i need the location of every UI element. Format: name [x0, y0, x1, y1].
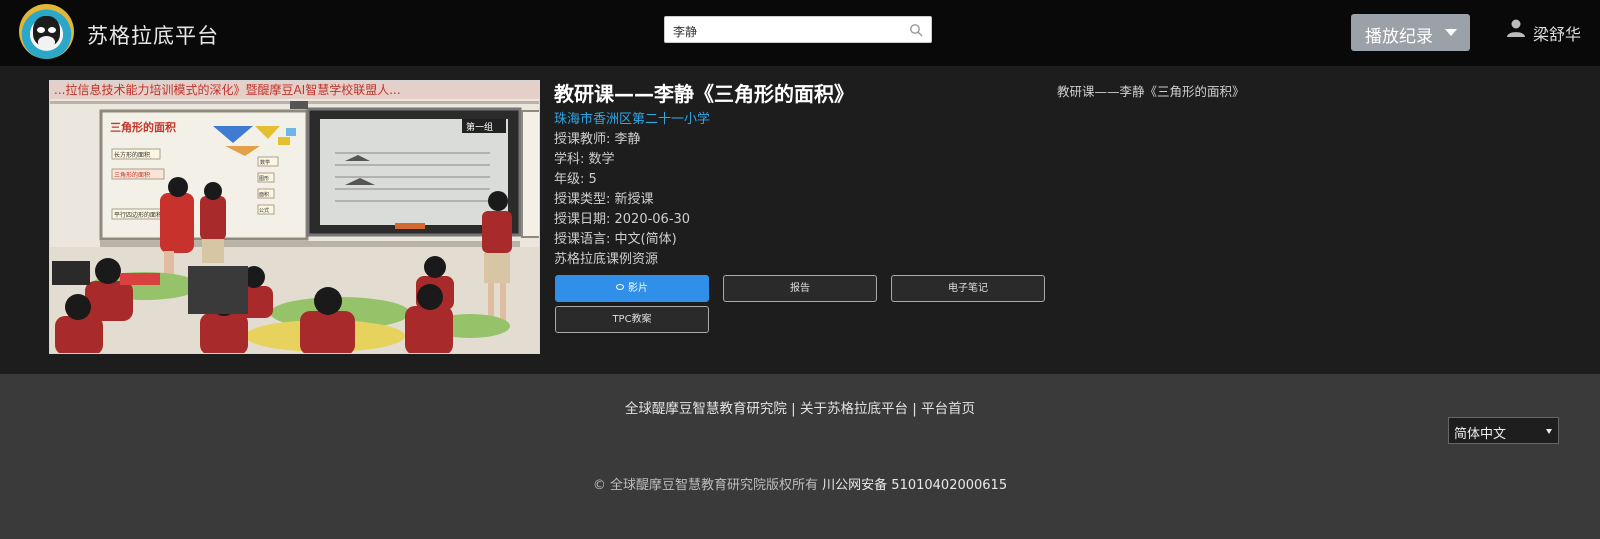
socrates-logo-icon[interactable]: [19, 4, 74, 59]
tpc-plan-button[interactable]: TPC教案: [555, 306, 709, 333]
board-title: 三角形的面积: [110, 120, 176, 134]
video-button[interactable]: 影片: [555, 275, 709, 302]
lesson-info: 教研课——李静《三角形的面积》 珠海市香洲区第二十一小学 授课教师: 李静 学科…: [554, 78, 1054, 270]
lesson-date-field: 授课日期: 2020-06-30: [554, 212, 691, 227]
user-icon[interactable]: [1506, 18, 1526, 38]
footer-link-about[interactable]: 关于苏格拉底平台: [800, 401, 908, 417]
footer-link-institute[interactable]: 全球醍摩豆智慧教育研究院: [625, 401, 787, 417]
search-icon[interactable]: [909, 23, 923, 37]
board-item: 三角形的面积: [114, 171, 150, 179]
top-navbar: 苏格拉底平台 李静 播放纪录 梁舒华: [0, 0, 1600, 66]
play-record-label: 播放纪录: [1365, 27, 1433, 47]
search-input[interactable]: 李静: [664, 16, 932, 43]
caret-down-icon: [1445, 29, 1457, 36]
classroom-scene: ...拉信息技术能力培训模式的深化》暨醍摩豆AI智慧学校联盟人... 三角形的面…: [50, 81, 539, 353]
logo-eye: [37, 27, 45, 33]
board-item: 长方形的面积: [114, 151, 150, 159]
board-item: 图形: [259, 175, 269, 182]
language-select[interactable]: 简体中文: [1448, 417, 1559, 444]
eye-icon: [616, 284, 624, 290]
lesson-language-field: 授课语言: 中文(简体): [554, 232, 677, 247]
footer-separator: |: [908, 401, 922, 417]
school-link[interactable]: 珠海市香洲区第二十一小学: [554, 110, 1054, 130]
report-button[interactable]: 报告: [723, 275, 877, 302]
video-button-label: 影片: [628, 283, 648, 294]
copyright: © 全球醍摩豆智慧教育研究院版权所有 川公网安备 51010402000615: [0, 474, 1600, 493]
board-item: 公式: [259, 207, 269, 214]
lesson-thumbnail[interactable]: ...拉信息技术能力培训模式的深化》暨醍摩豆AI智慧学校联盟人... 三角形的面…: [49, 80, 540, 354]
logo-beard: [38, 36, 55, 48]
copyright-text: © 全球醍摩豆智慧教育研究院版权所有: [592, 478, 819, 493]
logo-face: [33, 16, 60, 48]
lesson-panel: ...拉信息技术能力培训模式的深化》暨醍摩豆AI智慧学校联盟人... 三角形的面…: [0, 66, 1600, 374]
report-button-label: 报告: [790, 283, 810, 294]
grade-field: 年级: 5: [554, 172, 597, 187]
banner-text: ...拉信息技术能力培训模式的深化》暨醍摩豆AI智慧学校联盟人...: [54, 82, 401, 97]
board-item: 面积: [259, 191, 269, 198]
footer-separator: |: [786, 401, 800, 417]
logo-eye: [48, 27, 56, 33]
tpc-plan-button-label: TPC教案: [612, 314, 652, 325]
teacher-field: 授课教师: 李静: [554, 132, 641, 147]
board-item: 数学: [260, 159, 270, 166]
user-name[interactable]: 梁舒华: [1533, 21, 1581, 45]
play-record-dropdown-button[interactable]: 播放纪录: [1351, 14, 1470, 51]
footer-link-home[interactable]: 平台首页: [921, 401, 975, 417]
board-item: 平行四边形的面积: [114, 211, 162, 219]
subject-field: 学科: 数学: [554, 152, 615, 167]
search-value: 李静: [673, 25, 698, 39]
brand-title[interactable]: 苏格拉底平台: [87, 20, 219, 50]
side-lesson-title: 教研课——李静《三角形的面积》: [1057, 84, 1245, 99]
lesson-title: 教研课——李静《三角形的面积》: [554, 82, 854, 106]
notes-button[interactable]: 电子笔记: [891, 275, 1045, 302]
lesson-type-field: 授课类型: 新授课: [554, 192, 654, 207]
caret-down-icon: [1546, 429, 1552, 434]
footer-links: 全球醍摩豆智慧教育研究院 | 关于苏格拉底平台 | 平台首页: [0, 397, 1600, 417]
resource-source: 苏格拉底课例资源: [554, 252, 659, 267]
notes-button-label: 电子笔记: [948, 283, 988, 294]
registration-link[interactable]: 川公网安备 51010402000615: [822, 478, 1007, 493]
language-selected: 简体中文: [1454, 427, 1507, 442]
screen-tag: 第一组: [466, 121, 493, 133]
